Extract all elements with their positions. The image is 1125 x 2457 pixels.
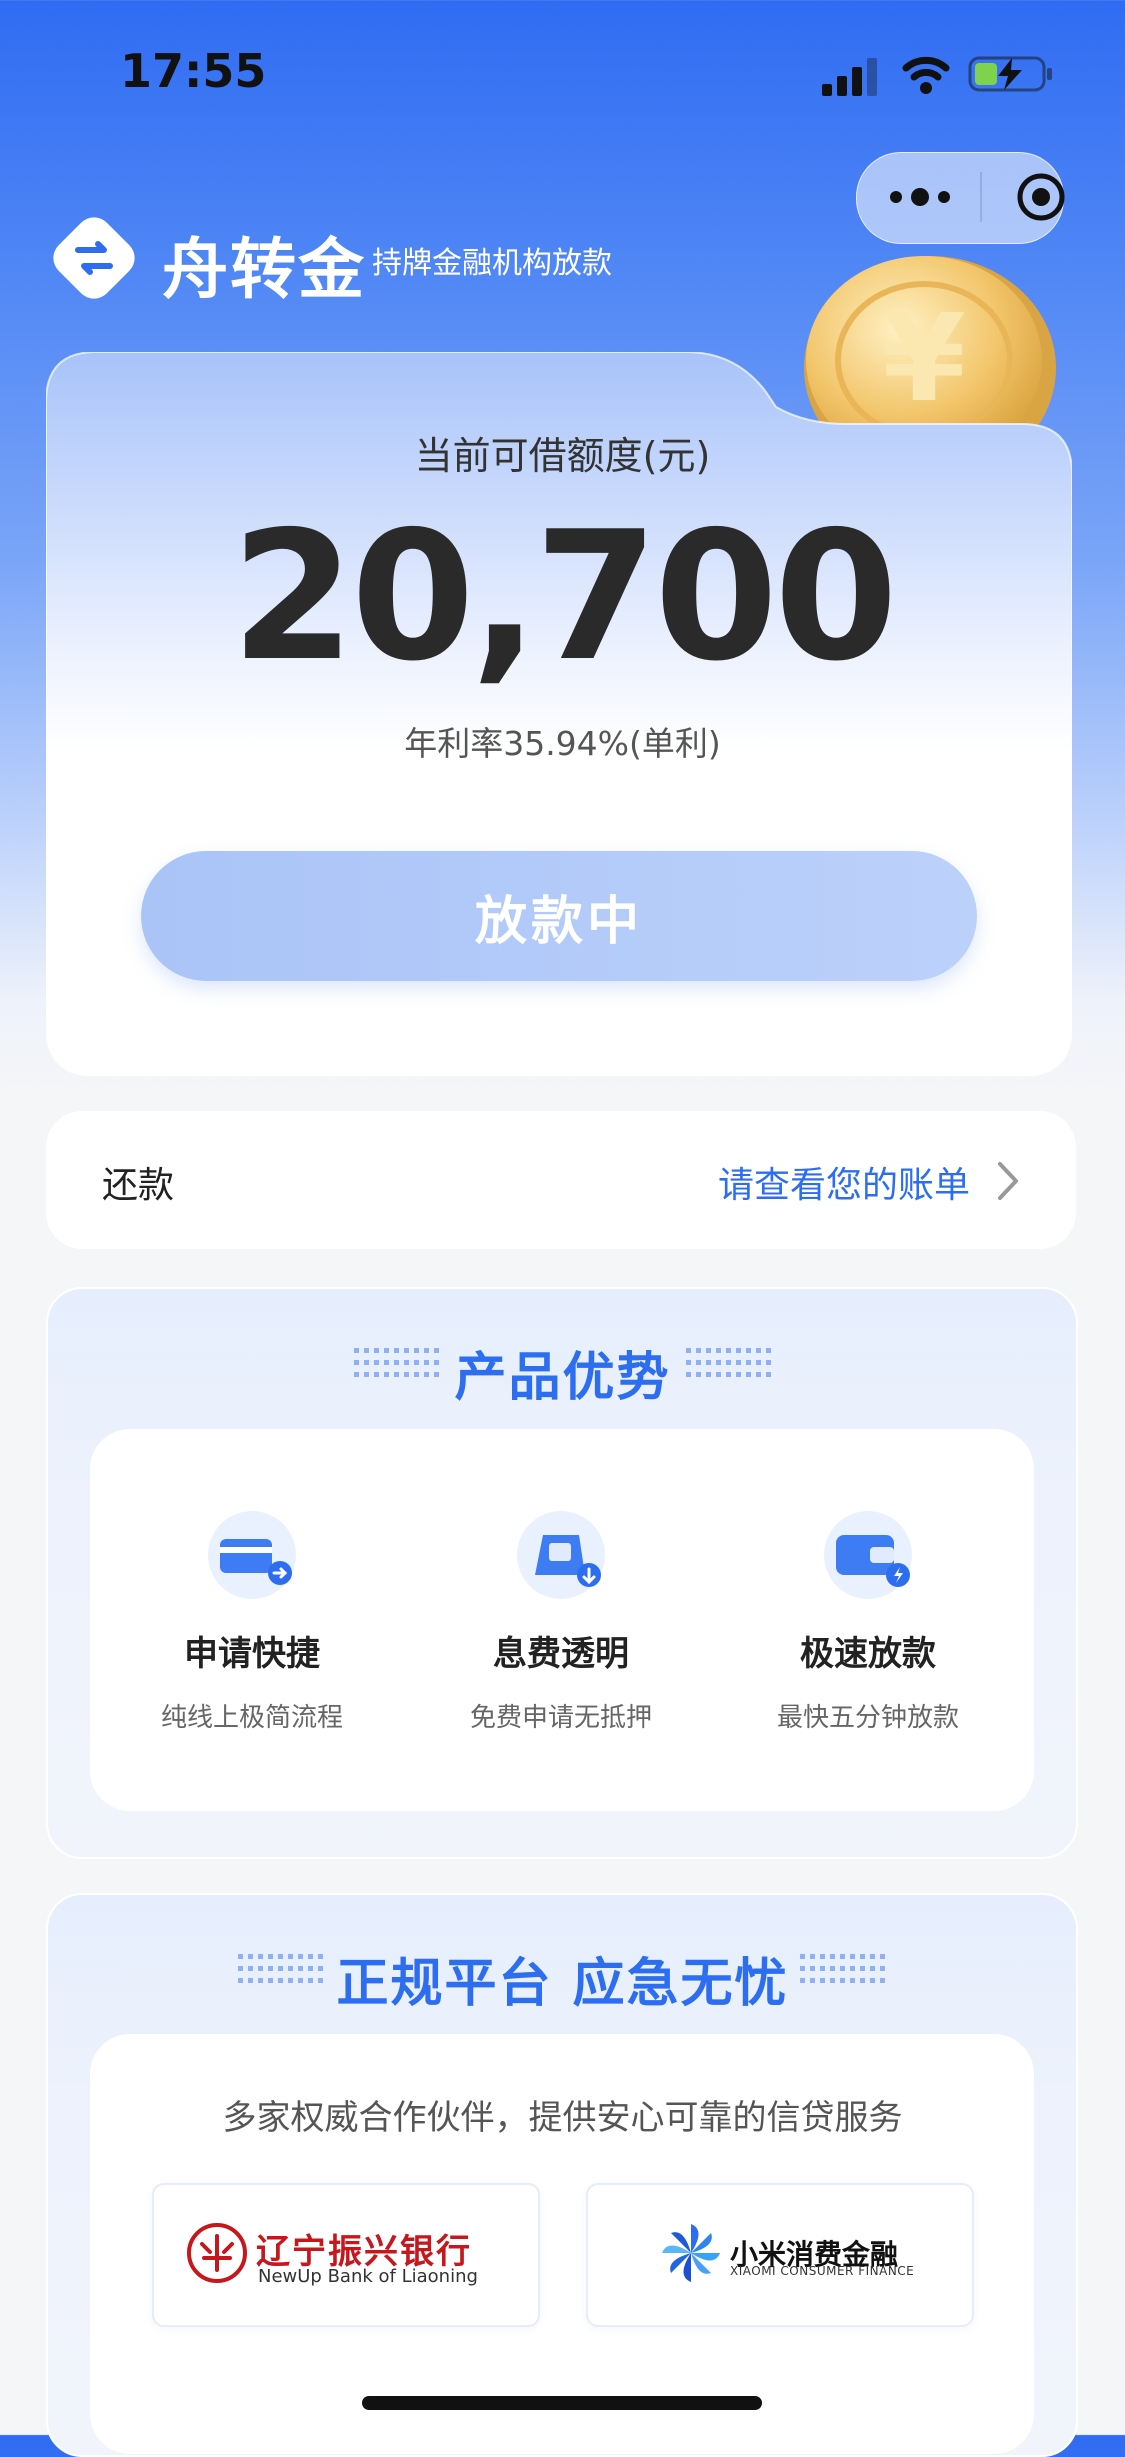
feature-title: 极速放款 [800, 1634, 936, 1674]
wallet-down-icon [517, 1511, 605, 1599]
advantages-panel [90, 1429, 1034, 1811]
partner-subname: NewUp Bank of Liaoning [258, 2266, 478, 2287]
bank-seal-icon [187, 2223, 247, 2283]
cellular-signal-icon [822, 58, 877, 96]
feature-title: 申请快捷 [184, 1634, 320, 1674]
feature-title: 息费透明 [493, 1634, 629, 1674]
platform-desc: 多家权威合作伙伴，提供安心可靠的信贷服务 [222, 2098, 903, 2138]
annual-rate: 年利率35.94%(单利) [404, 724, 721, 763]
feature-desc: 免费申请无抵押 [469, 1703, 652, 1733]
advantages-title: 产品优势 [454, 1348, 671, 1408]
more-dots-icon [890, 188, 950, 206]
pinwheel-icon [662, 2224, 720, 2282]
repay-label: 还款 [102, 1165, 175, 1206]
brand-name: 舟转金 [162, 231, 366, 308]
capsule-divider [980, 172, 982, 222]
wifi-icon [902, 56, 950, 94]
feature-desc: 纯线上极简流程 [160, 1703, 343, 1733]
battery-charging-icon [968, 56, 1052, 92]
view-bill-link[interactable]: 请查看您的账单 [718, 1156, 970, 1208]
brand-tagline: 持牌金融机构放款 [372, 246, 612, 281]
partner-subname: XIAOMI CONSUMER FINANCE [730, 2264, 915, 2278]
more-button[interactable] [880, 172, 960, 222]
quota-amount: 20,700 [231, 493, 898, 700]
target-icon [1017, 173, 1065, 221]
feature-desc: 最快五分钟放款 [776, 1703, 959, 1733]
card-arrow-icon [208, 1511, 296, 1599]
home-indicator [362, 2396, 762, 2410]
quota-label: 当前可借额度(元) [414, 434, 711, 478]
wallet-bolt-icon [824, 1511, 912, 1599]
close-button[interactable] [1010, 172, 1072, 222]
status-time: 17:55 [120, 44, 267, 98]
platform-title: 正规平台 应急无忧 [336, 1954, 789, 2014]
decor-dots-right-icon [800, 1954, 885, 1983]
swap-arrows-icon [53, 217, 135, 299]
disbursing-button[interactable]: 放款中 [141, 851, 977, 981]
chevron-right-icon [998, 1162, 1018, 1200]
decor-dots-right-icon [686, 1348, 771, 1377]
